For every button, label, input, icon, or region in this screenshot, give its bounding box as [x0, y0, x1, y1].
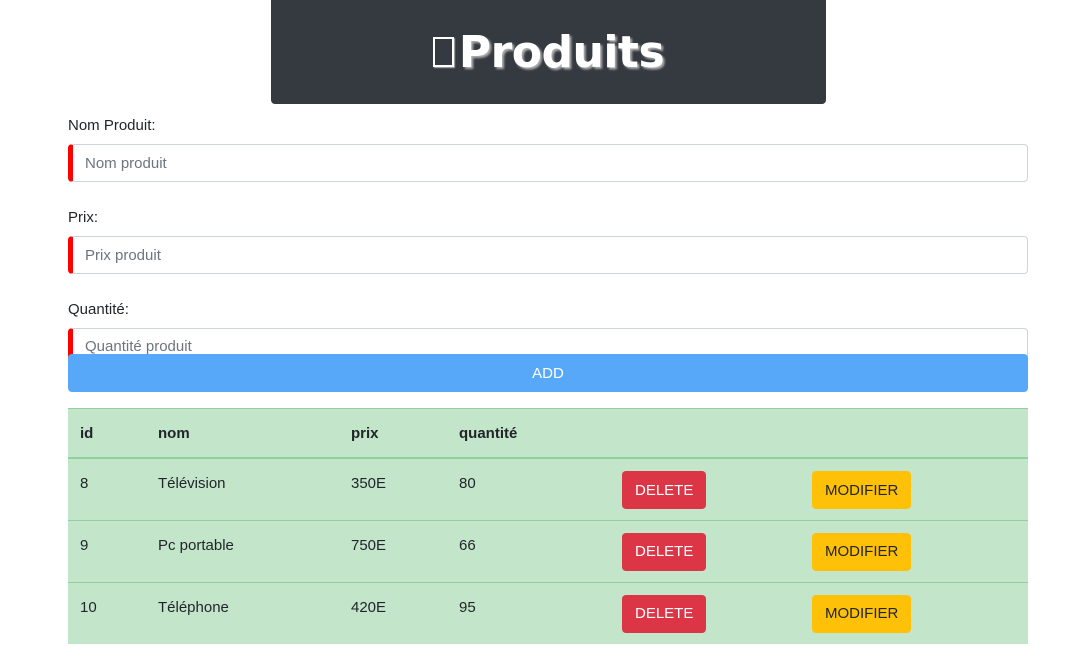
cell-id: 10 — [68, 581, 146, 644]
page-title-text: Produits — [458, 26, 665, 78]
cell-quantite: 66 — [447, 519, 610, 582]
delete-button[interactable]: DELETE — [622, 532, 707, 571]
column-header-delete — [610, 408, 800, 459]
product-form: Nom Produit: Prix: Quantité: — [68, 114, 1028, 365]
cell-id: 8 — [68, 457, 146, 520]
cell-quantite: 95 — [447, 581, 610, 644]
cell-delete: DELETE — [610, 519, 800, 582]
cell-nom: Pc portable — [146, 519, 339, 582]
cell-quantite: 80 — [447, 457, 610, 520]
column-header-id: id — [68, 408, 146, 459]
cell-prix: 420E — [339, 581, 447, 644]
add-button[interactable]: ADD — [68, 354, 1028, 392]
price-input[interactable] — [68, 236, 1028, 274]
cell-prix: 750E — [339, 519, 447, 582]
products-table: id nom prix quantité 8 Télévision 350E 8… — [68, 408, 1028, 644]
page-header: Produits — [271, 0, 826, 104]
cell-delete: DELETE — [610, 581, 800, 644]
cell-modify: MODIFIER — [800, 581, 1028, 644]
page-title: Produits — [432, 26, 665, 78]
name-input[interactable] — [68, 144, 1028, 182]
missing-glyph-icon — [432, 37, 454, 67]
cell-modify: MODIFIER — [800, 519, 1028, 582]
cell-prix: 350E — [339, 457, 447, 520]
table-row: 8 Télévision 350E 80 DELETE MODIFIER — [68, 457, 1028, 520]
delete-button[interactable]: DELETE — [622, 594, 707, 633]
cell-nom: Télévision — [146, 457, 339, 520]
cell-delete: DELETE — [610, 457, 800, 520]
column-header-modify — [800, 408, 1028, 459]
cell-modify: MODIFIER — [800, 457, 1028, 520]
quantity-label: Quantité: — [68, 301, 129, 318]
cell-id: 9 — [68, 519, 146, 582]
table-row: 9 Pc portable 750E 66 DELETE MODIFIER — [68, 519, 1028, 582]
modify-button[interactable]: MODIFIER — [812, 471, 912, 509]
name-label: Nom Produit: — [68, 117, 156, 134]
table-row: 10 Téléphone 420E 95 DELETE MODIFIER — [68, 581, 1028, 644]
modify-button[interactable]: MODIFIER — [812, 532, 912, 571]
cell-nom: Téléphone — [146, 581, 339, 644]
table-header-row: id nom prix quantité — [68, 408, 1028, 459]
column-header-prix: prix — [339, 408, 447, 459]
price-label: Prix: — [68, 209, 98, 226]
delete-button[interactable]: DELETE — [622, 471, 707, 509]
modify-button[interactable]: MODIFIER — [812, 594, 912, 633]
column-header-quantite: quantité — [447, 408, 610, 459]
column-header-nom: nom — [146, 408, 339, 459]
